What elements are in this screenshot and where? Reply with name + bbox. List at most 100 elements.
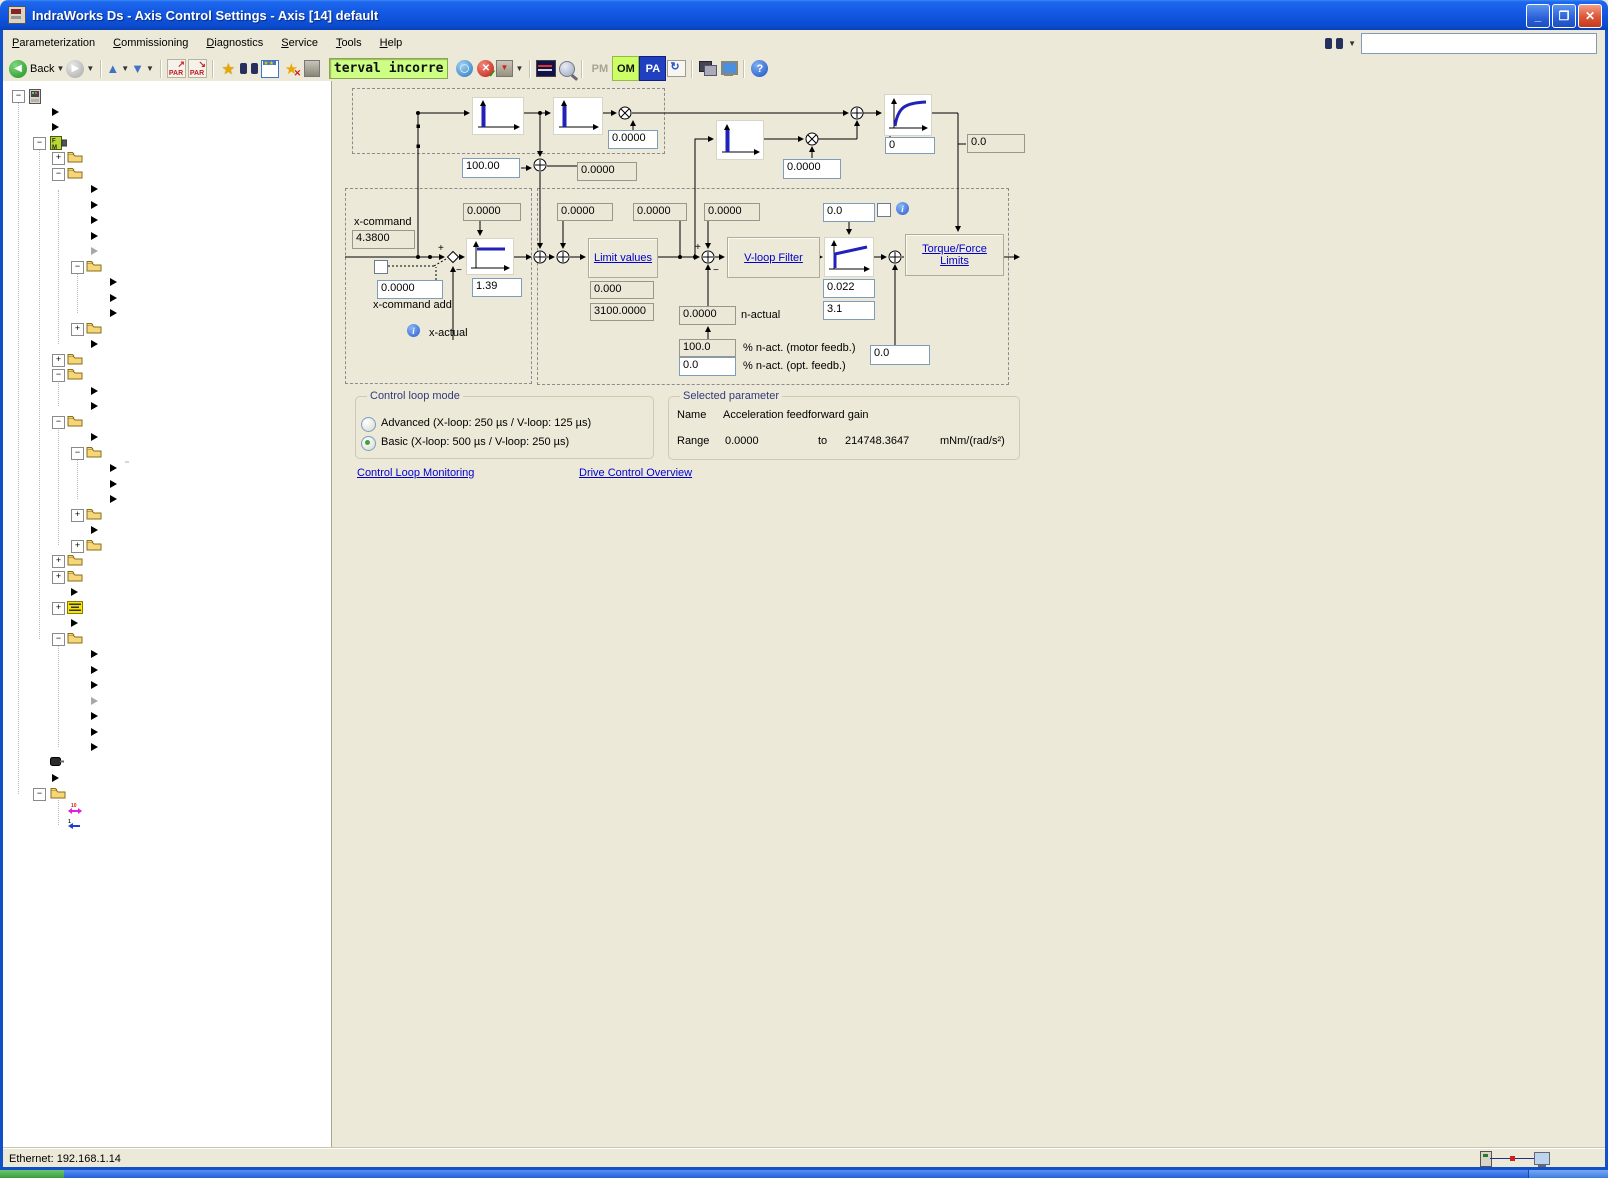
collapse-icon[interactable]: − [71,261,84,274]
tree-item-command-value-box[interactable] [0,663,330,678]
tree-item-torque-force-limits[interactable] [0,399,330,414]
menu-item-parameterization[interactable]: Parameterization [3,37,104,49]
clear-errors-button[interactable]: ✕ [475,58,496,79]
tree-item-motor-encoder-extended[interactable] [0,291,330,306]
acc-ff-gain-field[interactable]: 0.0000 [783,159,841,179]
torque-ff-monitor-field[interactable]: 0.0 [967,134,1025,153]
limit-values-block[interactable]: Limit values [588,238,658,278]
vel-ff-gain-val-field[interactable]: 0.0000 [608,130,658,149]
tree-item-drive-control[interactable]: − [0,415,330,430]
tree-item-easy-startup-mode[interactable] [0,647,330,662]
tree-item-master-communication[interactable] [0,105,330,120]
tree-item-i-o-x31-x32[interactable]: 10 [0,802,330,817]
expand-icon[interactable]: + [52,152,65,165]
kv-gain-field[interactable]: 1.39 [472,278,522,297]
remove-favorite-button[interactable]: ★ [281,58,302,79]
torque-smoothing-block[interactable] [884,94,932,136]
expand-icon[interactable]: + [52,571,65,584]
tree-item-motor-control[interactable]: + [0,508,330,523]
tree-item-local-i-os[interactable]: − [0,787,330,802]
tree-item-motor-encoder[interactable]: − [0,260,330,275]
refresh-connection-button[interactable] [454,58,475,79]
tree-item-operation-modes-drive-halt[interactable]: + [0,554,330,569]
expand-icon[interactable]: + [71,323,84,336]
tree-item-axis-simulation[interactable] [0,740,330,755]
navigate-up-button[interactable]: ▲▼ [106,58,131,79]
tree-item-data-reference-motor-encoder[interactable] [0,306,330,321]
menu-item-diagnostics[interactable]: Diagnostics [197,37,272,49]
menu-item-service[interactable]: Service [272,37,327,49]
kp-value-field[interactable]: 0.022 [823,279,875,298]
basic-mode-radio[interactable] [361,436,376,451]
tree-item-measuring-encoder[interactable] [0,756,330,771]
tree-item-motion-limit-values[interactable] [0,384,330,399]
tree-item-compensation-functions-corrections[interactable]: + [0,539,330,554]
collapse-icon[interactable]: − [52,633,65,646]
advanced-mode-radio[interactable] [361,417,376,432]
tree-item-frequency-response-analysis[interactable] [0,725,330,740]
tree-item-optimization-commissioning[interactable]: − [0,632,330,647]
tree-item-motor-brake-measuring-systems[interactable]: − [0,167,330,182]
tree-item-axis-control-settings[interactable] [0,461,330,476]
forward-dropdown-icon[interactable]: ▼ [86,64,94,73]
find-icon[interactable] [1325,38,1343,50]
tree-item-velocity-control-loop-filter[interactable] [0,477,330,492]
documentation-button[interactable] [666,58,687,79]
tree-item-probe[interactable] [0,616,330,631]
tree-item-motor-encoder[interactable] [0,275,330,290]
acceleration-feedforward-block[interactable] [716,120,764,160]
om-mode-button[interactable]: OM [612,56,639,81]
save-parameters-button[interactable]: PAR↘ [187,58,208,79]
collapse-icon[interactable]: − [52,168,65,181]
menu-item-tools[interactable]: Tools [327,37,371,49]
start-button[interactable] [0,1170,64,1178]
drive-control-overview-link[interactable]: Drive Control Overview [579,467,692,479]
x-command-field[interactable]: 4.3800 [352,230,415,249]
vloop-filter-block[interactable]: V-loop Filter [727,237,820,278]
n-act-motor-pct-field[interactable]: 100.0 [679,339,736,357]
pos-loop-monitor-field[interactable]: 0.0000 [463,203,521,221]
windows-taskbar[interactable] [0,1170,1608,1178]
torque-limits-block[interactable]: Torque/Force Limits [905,234,1004,276]
tree-item-brake-check[interactable] [0,244,330,259]
tree-item-scaling-mechanical-system[interactable]: + [0,353,330,368]
vel-cmd-monitor-field[interactable]: 0.0000 [704,203,760,221]
info-icon[interactable]: i [896,202,909,215]
vel-ff-monitor-field[interactable]: 0.0000 [577,162,637,181]
device-button[interactable] [302,58,323,79]
restore-button[interactable]: ❐ [1552,4,1576,28]
tn-value-field[interactable]: 3.1 [823,301,875,320]
info-icon[interactable]: i [407,324,420,337]
back-dropdown-icon[interactable]: ▼ [56,64,64,73]
tree-item-status-messages[interactable] [0,523,330,538]
oscilloscope-button[interactable] [535,58,556,79]
acc-ff-smooth-field[interactable]: 0 [885,137,935,154]
collapse-icon[interactable]: − [52,369,65,382]
vel-filter-checkbox[interactable] [877,203,891,217]
collapse-icon[interactable]: − [52,416,65,429]
x-command-add-field[interactable]: 0.0000 [377,280,443,299]
velocity-feedforward-block[interactable] [472,97,524,135]
vel-ff-scale-field[interactable]: 100.00 [462,158,520,178]
feedforward-smoothing-block[interactable] [553,97,603,135]
parameter-list-button[interactable] [260,58,281,79]
x-command-add-checkbox[interactable] [374,260,388,274]
navigate-down-button[interactable]: ▼▼ [131,58,156,79]
tree-item-master-communication-axis[interactable]: + [0,151,330,166]
position-gain-block[interactable] [466,238,514,275]
tree-item-motor-data-identification[interactable] [0,694,330,709]
collapse-icon[interactable]: − [71,447,84,460]
tree-item-axis-control[interactable]: − [0,446,330,461]
compare-devices-button[interactable] [697,58,718,79]
tree-item-optional-encoder[interactable]: + [0,322,330,337]
menu-item-help[interactable]: Help [371,37,412,49]
tree-item-drive-integrated-command-value-generator[interactable] [0,678,330,693]
expand-icon[interactable]: + [71,509,84,522]
parameter-search-button[interactable] [239,58,260,79]
back-button[interactable]: ◀ Back ▼ [9,58,66,79]
help-button[interactable]: ? [749,58,770,79]
tree-item-error-reaction[interactable]: + [0,570,330,585]
diagnostics-button[interactable] [556,58,577,79]
network-settings-button[interactable] [718,58,739,79]
tree-item-indradrive-14-default[interactable]: − [0,89,330,104]
